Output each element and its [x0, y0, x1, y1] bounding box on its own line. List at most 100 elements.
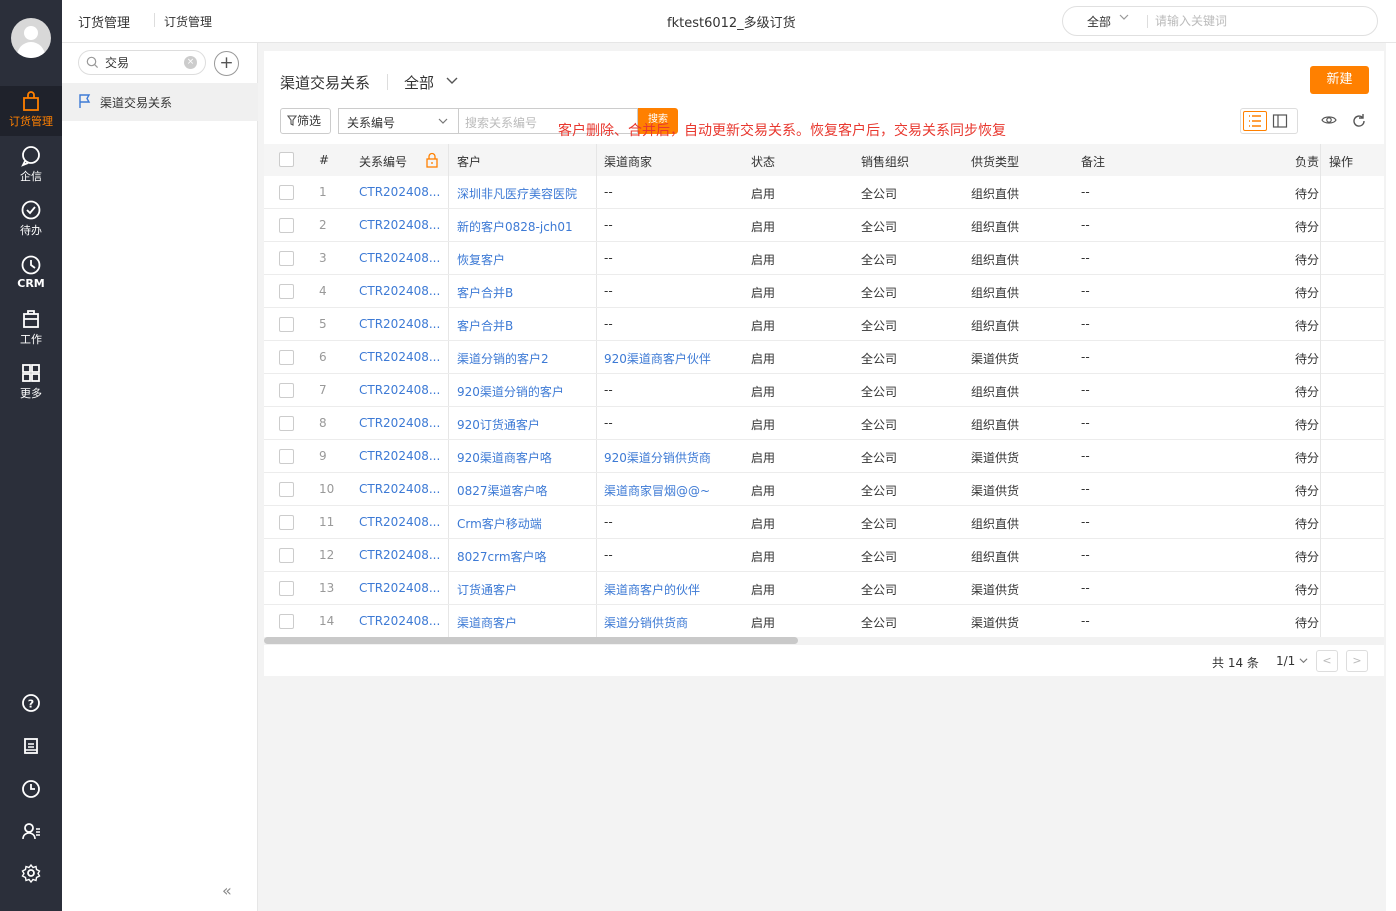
table-row[interactable]: 8 CTR202408... 920订货通客户 -- 启用 全公司 组织直供 -- 待分 [264, 407, 1384, 440]
cell-code[interactable]: CTR202408... [359, 284, 441, 298]
table-row[interactable]: 2 CTR202408... 新的客户0828-jch01 -- 启用 全公司 组织直供 --… [264, 209, 1384, 242]
cell-code[interactable]: CTR202408... [359, 383, 441, 397]
pager-next-button[interactable]: > [1346, 650, 1368, 672]
cell-customer[interactable]: 深圳非凡医疗美容医院 [457, 185, 592, 202]
table-row[interactable]: 5 CTR202408... 客户合并B -- 启用 全公司 组织直供 -- 待分 [264, 308, 1384, 341]
nav-item-todo[interactable]: 待办 [0, 195, 62, 245]
table-row[interactable]: 10 CTR202408... 0827渠道客户咯 渠道商家冒烟@@~ 启用 全公司 渠道供… [264, 473, 1384, 506]
list-view-button[interactable] [1243, 111, 1267, 131]
cell-customer[interactable]: 渠道分销的客户2 [457, 350, 592, 367]
cell-partner[interactable]: 920渠道商客户伙伴 [604, 350, 744, 367]
global-search-input[interactable] [1155, 12, 1355, 30]
chevron-down-icon[interactable] [445, 75, 459, 87]
cell-partner[interactable]: 920渠道分销供货商 [604, 449, 744, 466]
search-field-select[interactable]: 关系编号 [338, 108, 458, 134]
cell-customer[interactable]: 客户合并B [457, 284, 592, 301]
row-checkbox[interactable] [279, 581, 294, 596]
table-row[interactable]: 13 CTR202408... 订货通客户 渠道商客户的伙伴 启用 全公司 渠道供货 -- 待分 [264, 572, 1384, 605]
nav-item-order-management[interactable]: 订货管理 [0, 86, 62, 136]
refresh-icon[interactable] [1351, 113, 1367, 129]
row-checkbox[interactable] [279, 416, 294, 431]
cell-customer[interactable]: 渠道商客户 [457, 614, 592, 631]
row-checkbox[interactable] [279, 185, 294, 200]
sidebar-item-channel-relation[interactable]: 渠道交易关系 [62, 83, 258, 121]
table-row[interactable]: 4 CTR202408... 客户合并B -- 启用 全公司 组织直供 -- 待分 [264, 275, 1384, 308]
nav-item-work[interactable]: 工作 [0, 304, 62, 354]
nav-item-chat[interactable]: 企信 [0, 141, 62, 191]
cell-code[interactable]: CTR202408... [359, 614, 441, 628]
table-row[interactable]: 1 CTR202408... 深圳非凡医疗美容医院 -- 启用 全公司 组织直供 -- 待分 [264, 176, 1384, 209]
avatar[interactable] [11, 18, 51, 58]
search-scope-select[interactable]: 全部 [1087, 13, 1111, 30]
split-view-icon[interactable] [1272, 113, 1288, 129]
row-checkbox[interactable] [279, 515, 294, 530]
cell-partner[interactable]: 渠道商家冒烟@@~ [604, 482, 744, 499]
row-checkbox[interactable] [279, 251, 294, 266]
cell-code[interactable]: CTR202408... [359, 515, 441, 529]
header-remark[interactable]: 备注 [1081, 153, 1105, 170]
breadcrumb-app[interactable]: 订货管理 [78, 12, 130, 31]
cell-code[interactable]: CTR202408... [359, 251, 441, 265]
cell-code[interactable]: CTR202408... [359, 350, 441, 364]
cell-customer[interactable]: 920订货通客户 [457, 416, 592, 433]
contacts-button[interactable] [0, 816, 62, 846]
clear-icon[interactable]: × [184, 56, 197, 69]
row-checkbox[interactable] [279, 449, 294, 464]
add-object-button[interactable]: + [214, 51, 239, 76]
eye-icon[interactable] [1321, 113, 1337, 127]
select-all-checkbox[interactable] [279, 152, 294, 167]
header-status[interactable]: 状态 [751, 153, 775, 170]
cell-customer[interactable]: 8027crm客户咯 [457, 548, 592, 565]
cell-code[interactable]: CTR202408... [359, 218, 441, 232]
pager-prev-button[interactable]: < [1316, 650, 1338, 672]
cell-customer[interactable]: 920渠道分销的客户 [457, 383, 592, 400]
cell-partner[interactable]: 渠道分销供货商 [604, 614, 744, 631]
settings-button[interactable] [0, 858, 62, 888]
header-customer[interactable]: 客户 [457, 153, 481, 170]
object-search-input[interactable] [105, 55, 175, 70]
cell-customer[interactable]: 0827渠道客户咯 [457, 482, 592, 499]
cell-code[interactable]: CTR202408... [359, 185, 441, 199]
cell-customer[interactable]: 客户合并B [457, 317, 592, 334]
table-row[interactable]: 9 CTR202408... 920渠道商客户咯 920渠道分销供货商 启用 全公司 渠道供… [264, 440, 1384, 473]
cell-code[interactable]: CTR202408... [359, 317, 441, 331]
row-checkbox[interactable] [279, 482, 294, 497]
horizontal-scrollbar-thumb[interactable] [264, 637, 798, 644]
cell-customer[interactable]: 920渠道商客户咯 [457, 449, 592, 466]
row-checkbox[interactable] [279, 383, 294, 398]
row-checkbox[interactable] [279, 548, 294, 563]
header-code[interactable]: 关系编号 [359, 153, 407, 170]
header-org[interactable]: 销售组织 [861, 153, 909, 170]
nav-item-crm[interactable]: CRM [0, 250, 62, 300]
table-row[interactable]: 7 CTR202408... 920渠道分销的客户 -- 启用 全公司 组织直供 -- 待分 [264, 374, 1384, 407]
row-checkbox[interactable] [279, 284, 294, 299]
cell-customer[interactable]: 恢复客户 [457, 251, 592, 268]
column-divider[interactable] [448, 144, 449, 176]
document-button[interactable] [0, 731, 62, 761]
table-row[interactable]: 6 CTR202408... 渠道分销的客户2 920渠道商客户伙伴 启用 全公司 渠道供货… [264, 341, 1384, 374]
cell-partner[interactable]: 渠道商客户的伙伴 [604, 581, 744, 598]
header-supply[interactable]: 供货类型 [971, 153, 1019, 170]
cell-code[interactable]: CTR202408... [359, 581, 441, 595]
column-divider[interactable] [596, 144, 597, 176]
cell-code[interactable]: CTR202408... [359, 548, 441, 562]
cell-code[interactable]: CTR202408... [359, 416, 441, 430]
scene-filter-select[interactable]: 全部 [404, 72, 434, 93]
header-owner[interactable]: 负责 [1295, 153, 1319, 170]
row-checkbox[interactable] [279, 218, 294, 233]
table-row[interactable]: 12 CTR202408... 8027crm客户咯 -- 启用 全公司 组织直供 -- 待分 [264, 539, 1384, 572]
history-button[interactable] [0, 774, 62, 804]
help-button[interactable]: ? [0, 688, 62, 718]
filter-button[interactable]: 筛选 [280, 108, 331, 134]
cell-code[interactable]: CTR202408... [359, 449, 441, 463]
cell-customer[interactable]: Crm客户移动端 [457, 515, 592, 532]
header-partner[interactable]: 渠道商家 [604, 153, 652, 170]
cell-customer[interactable]: 订货通客户 [457, 581, 592, 598]
row-checkbox[interactable] [279, 350, 294, 365]
row-checkbox[interactable] [279, 614, 294, 629]
breadcrumb-page[interactable]: 订货管理 [164, 13, 212, 30]
table-row[interactable]: 3 CTR202408... 恢复客户 -- 启用 全公司 组织直供 -- 待分 [264, 242, 1384, 275]
nav-item-more[interactable]: 更多 [0, 358, 62, 408]
collapse-sidebar-button[interactable]: « [222, 881, 232, 900]
row-checkbox[interactable] [279, 317, 294, 332]
